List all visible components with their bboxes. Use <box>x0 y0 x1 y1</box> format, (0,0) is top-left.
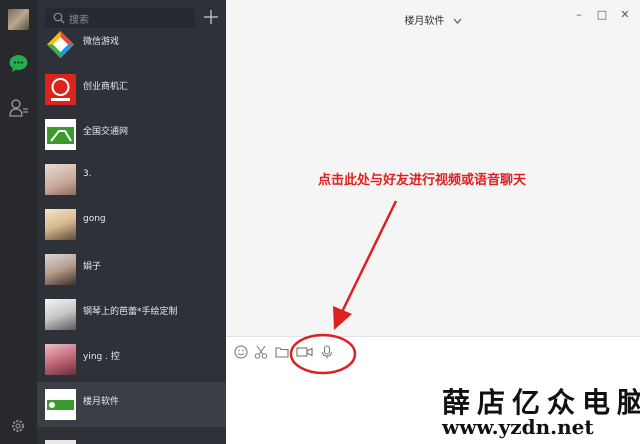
highlight-ellipse <box>289 333 357 375</box>
watermark-url: www.yzdn.net <box>442 415 594 439</box>
annotation-arrow <box>338 200 398 317</box>
annotation-text: 点击此处与好友进行视频或语音聊天 <box>318 173 527 188</box>
annotation-overlay <box>289 200 398 375</box>
